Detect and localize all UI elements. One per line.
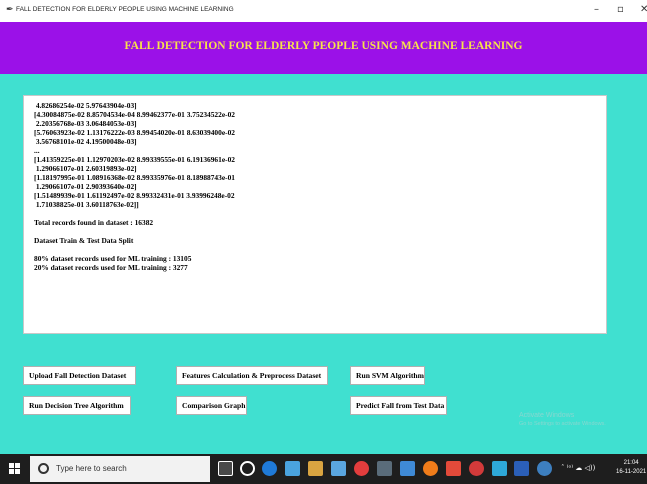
feather-icon: ✒	[6, 5, 14, 15]
output-line: 20% dataset records used for ML training…	[34, 263, 188, 272]
comparison-graph-button[interactable]: Comparison Graph	[176, 396, 247, 415]
header-banner: FALL DETECTION FOR ELDERLY PEOPLE USING …	[0, 22, 647, 74]
run-decision-tree-button[interactable]: Run Decision Tree Algorithm	[23, 396, 131, 415]
task-view-icon[interactable]	[240, 461, 255, 476]
window-titlebar: ✒ FALL DETECTION FOR ELDERLY PEOPLE USIN…	[0, 0, 647, 22]
output-line: 4.82686254e-02 5.97643904e-03]	[34, 101, 137, 110]
calculator-icon[interactable]	[377, 461, 392, 476]
windows-start-icon[interactable]	[9, 463, 21, 475]
watermark-title: Activate Windows	[519, 412, 575, 419]
taskbar-search-box[interactable]: Type here to search	[30, 456, 210, 482]
output-line: 1.29066107e-01 2.60319893e-02]	[34, 164, 137, 173]
output-line: [5.76063923e-02 1.13176222e-03 8.9945402…	[34, 128, 235, 137]
python-icon[interactable]	[537, 461, 552, 476]
clock-date: 16-11-2021	[616, 469, 647, 475]
cortana-icon	[38, 463, 49, 474]
output-line: [1.41359225e-01 1.12970203e-02 8.9933955…	[34, 155, 235, 164]
mail-icon[interactable]	[400, 461, 415, 476]
store-icon[interactable]	[285, 461, 300, 476]
watermark-subtitle: Go to Settings to activate Windows.	[519, 421, 606, 427]
output-line: 80% dataset records used for ML training…	[34, 254, 192, 263]
paint-icon[interactable]	[469, 461, 484, 476]
taskbar: Type here to search ˆ ⁽ᵒ⁾ ☁ ◁)) 21:04 16…	[0, 454, 647, 484]
mic-icon[interactable]	[218, 461, 233, 476]
output-lines: 4.82686254e-02 5.97643904e-03] [4.3008487…	[34, 101, 235, 272]
output-line: 2.20356768e-03 3.06484053e-03]	[34, 119, 137, 128]
output-line: [1.51489939e-01 1.61192497e-02 8.9933243…	[34, 191, 235, 200]
output-line: 1.29066107e-01 2.90393640e-02]	[34, 182, 137, 191]
activate-windows-watermark: Activate Windows Go to Settings to activ…	[519, 411, 606, 429]
output-line: ...	[34, 146, 40, 155]
firefox-icon[interactable]	[423, 461, 438, 476]
record-app-icon[interactable]	[354, 461, 369, 476]
output-line: [1.18197995e-01 1.08916368e-02 8.9933597…	[34, 173, 235, 182]
maximize-button[interactable]: ▫	[617, 4, 624, 15]
output-line: Dataset Train & Test Data Split	[34, 236, 134, 245]
clock-time: 21:04	[623, 460, 639, 466]
window-title: FALL DETECTION FOR ELDERLY PEOPLE USING …	[16, 6, 234, 13]
clock[interactable]: 21:04 16-11-2021	[616, 459, 646, 477]
output-textarea[interactable]: 4.82686254e-02 5.97643904e-03] [4.3008487…	[23, 95, 607, 334]
pdf-reader-icon[interactable]	[446, 461, 461, 476]
notepad-icon[interactable]	[492, 461, 507, 476]
search-placeholder: Type here to search	[56, 464, 127, 473]
page-title: FALL DETECTION FOR ELDERLY PEOPLE USING …	[124, 40, 523, 52]
run-svm-button[interactable]: Run SVM Algorithm	[350, 366, 425, 385]
output-line: 1.71038825e-01 3.60118763e-02]]	[34, 200, 139, 209]
output-line: [4.30084875e-02 8.85704534e-04 8.9946237…	[34, 110, 235, 119]
system-tray[interactable]: ˆ ⁽ᵒ⁾ ☁ ◁))	[561, 464, 595, 472]
predict-fall-button[interactable]: Predict Fall from Test Data	[350, 396, 447, 415]
file-explorer-icon[interactable]	[308, 461, 323, 476]
features-preprocess-button[interactable]: Features Calculation & Preprocess Datase…	[176, 366, 328, 385]
close-button[interactable]: ✕	[640, 4, 647, 15]
upload-dataset-button[interactable]: Upload Fall Detection Dataset	[23, 366, 136, 385]
photos-icon[interactable]	[331, 461, 346, 476]
word-icon[interactable]	[514, 461, 529, 476]
output-line: 3.56768101e-02 4.19500048e-03]	[34, 137, 137, 146]
output-line: Total records found in dataset : 16382	[34, 218, 154, 227]
edge-browser-icon[interactable]	[262, 461, 277, 476]
minimize-button[interactable]: –	[594, 4, 599, 15]
